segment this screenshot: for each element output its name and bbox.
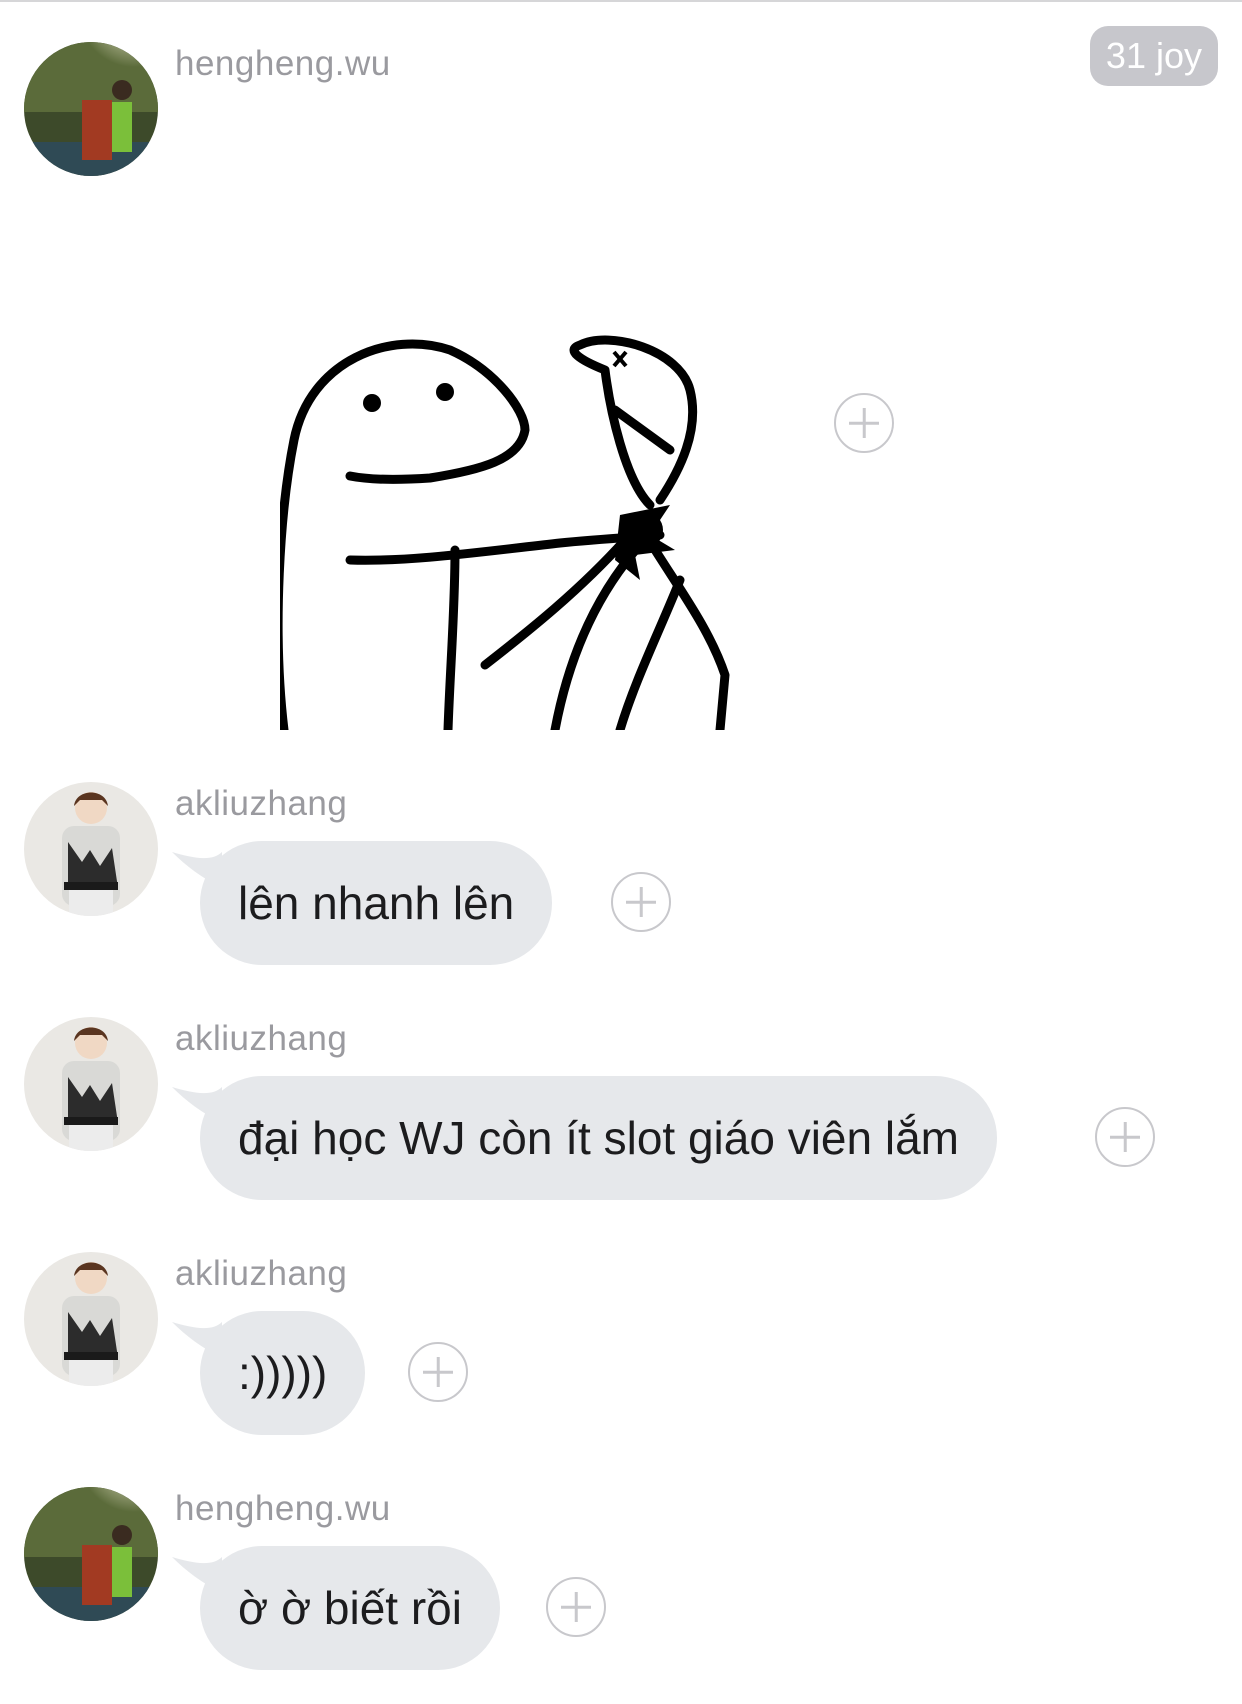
message-bubble[interactable]: :)))))	[200, 1311, 366, 1435]
react-plus-button[interactable]	[1095, 1107, 1155, 1167]
avatar[interactable]	[24, 1487, 158, 1621]
react-plus-button[interactable]	[834, 393, 894, 453]
message-bubble[interactable]: ờ ờ biết rồi	[200, 1546, 500, 1670]
username: akliuzhang	[175, 1019, 348, 1058]
react-plus-button[interactable]	[611, 872, 671, 932]
username: akliuzhang	[175, 784, 348, 823]
react-plus-button[interactable]	[408, 1342, 468, 1402]
username: hengheng.wu	[175, 1489, 391, 1528]
avatar[interactable]	[24, 1252, 158, 1386]
sticker-image[interactable]	[280, 330, 780, 730]
avatar[interactable]	[24, 1017, 158, 1151]
avatar[interactable]	[24, 782, 158, 916]
timestamp-badge: 31 joy	[1089, 26, 1218, 86]
top-divider	[0, 0, 1242, 2]
username: hengheng.wu	[175, 44, 391, 83]
message-bubble[interactable]: đại học WJ còn ít slot giáo viên lắm	[200, 1076, 997, 1200]
username: akliuzhang	[175, 1254, 348, 1293]
avatar[interactable]	[24, 42, 158, 176]
message-bubble[interactable]: lên nhanh lên	[200, 841, 553, 965]
react-plus-button[interactable]	[546, 1577, 606, 1637]
